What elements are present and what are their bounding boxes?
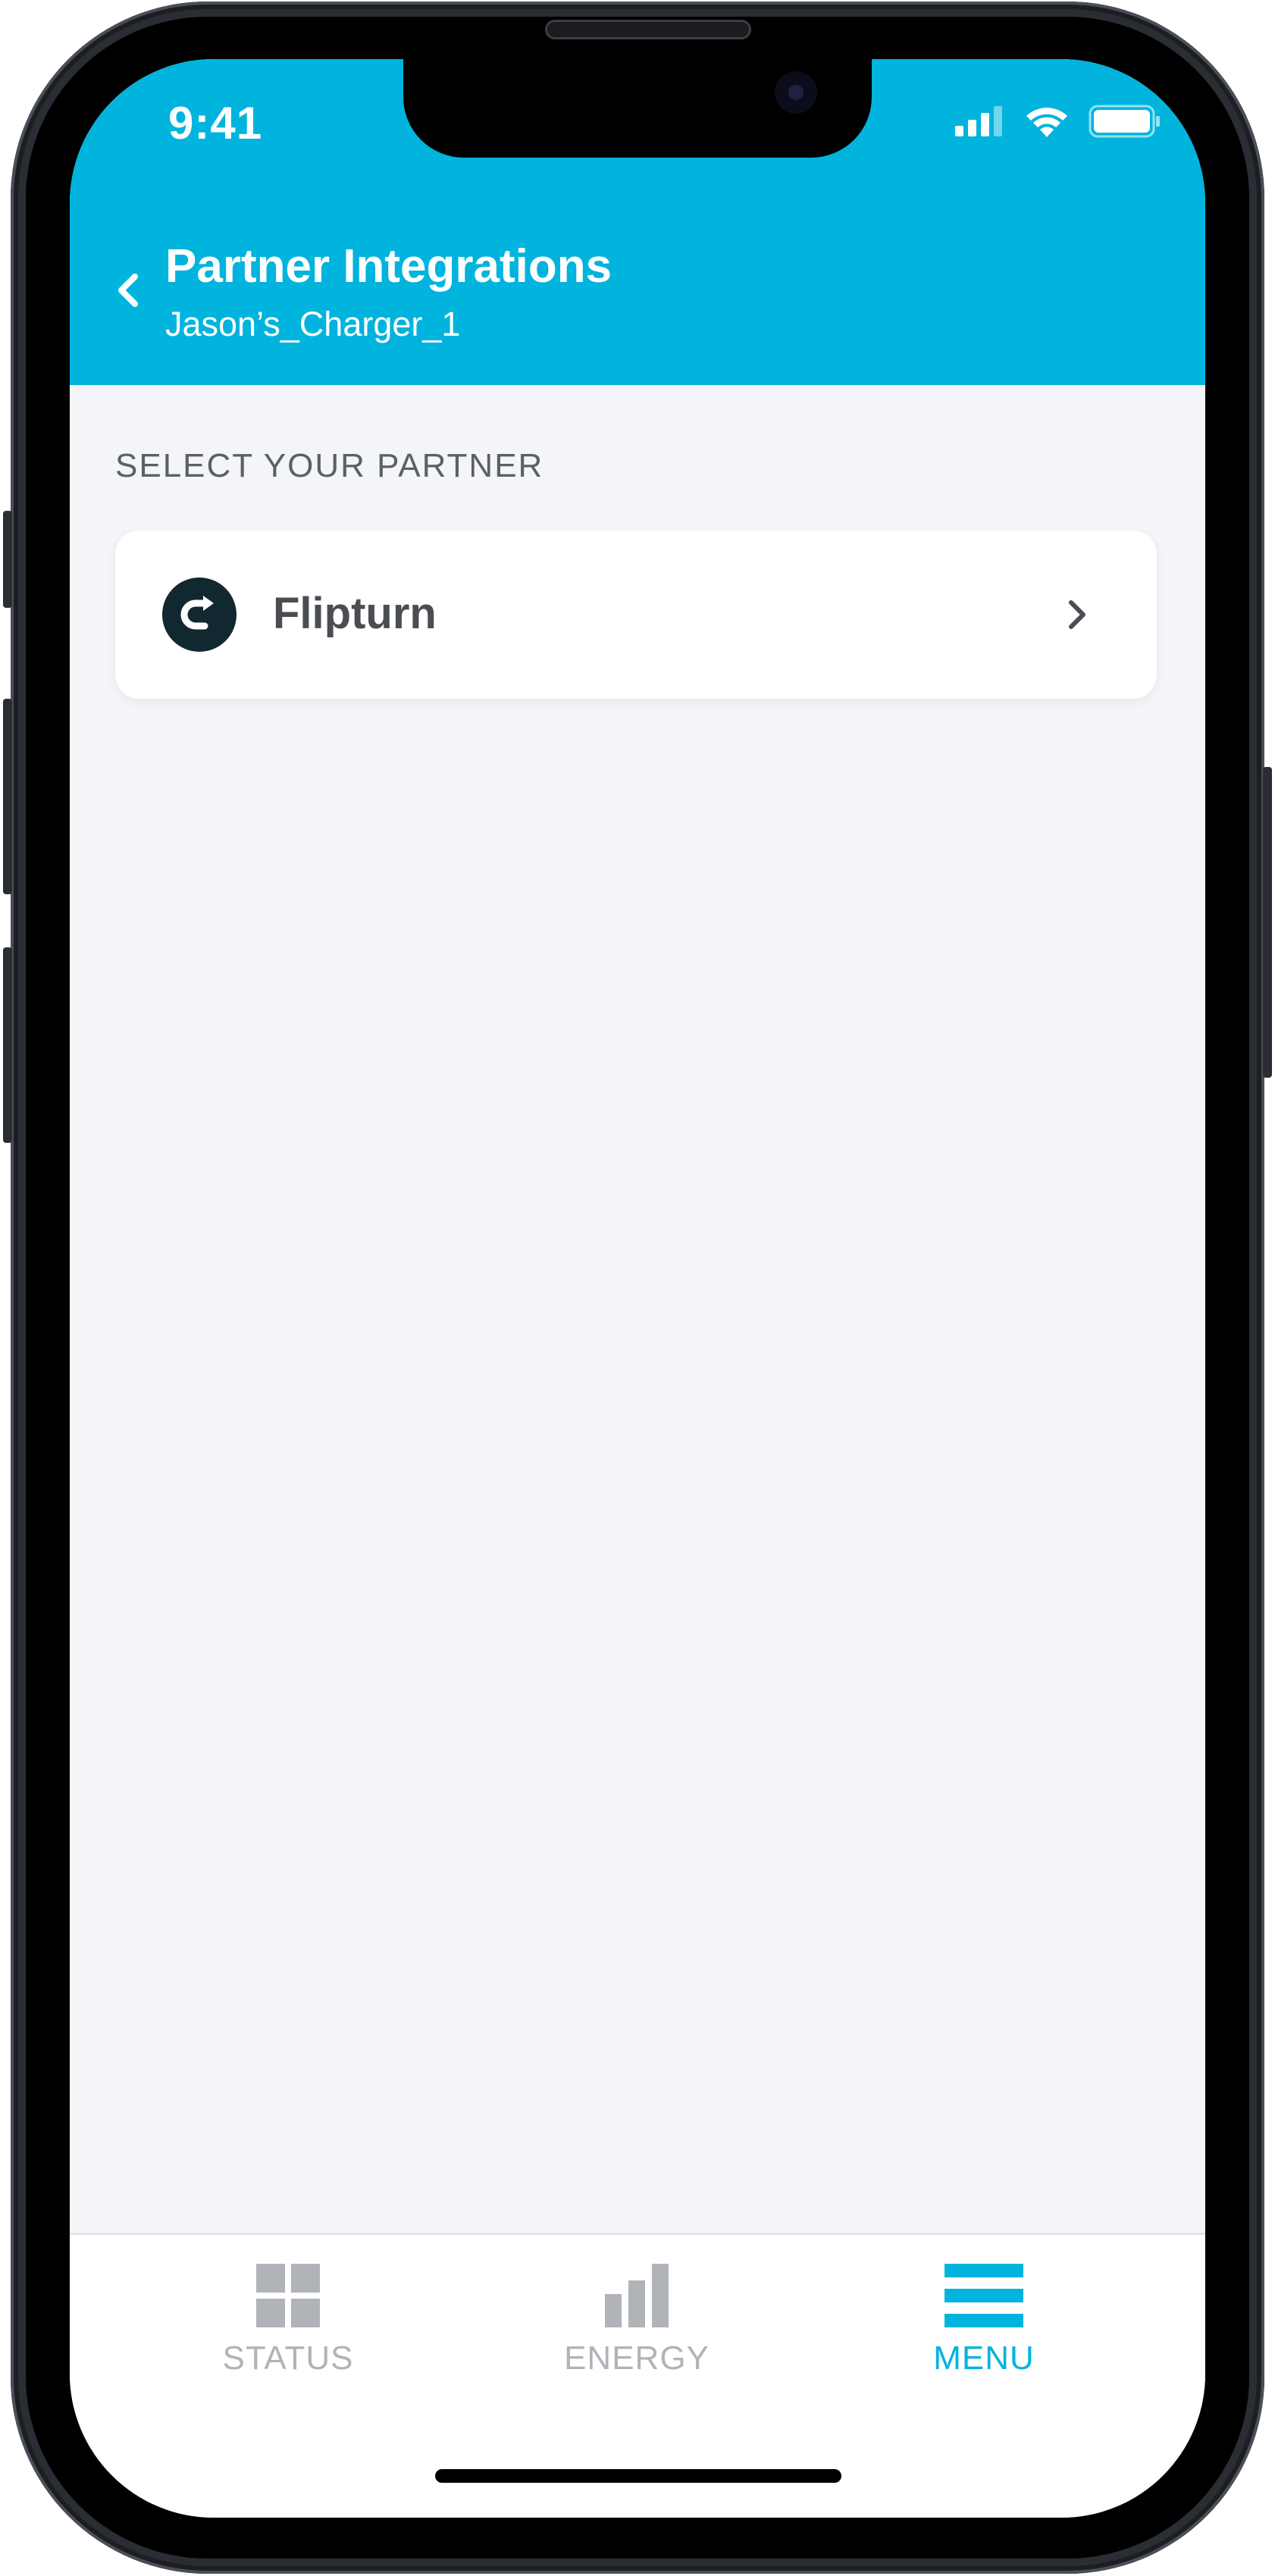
page-title: Partner Integrations xyxy=(165,240,612,293)
partner-item-flipturn[interactable]: Flipturn xyxy=(115,531,1157,699)
cellular-signal-icon xyxy=(955,106,1002,136)
status-time: 9:41 xyxy=(168,98,263,149)
battery-icon xyxy=(1089,105,1160,138)
section-label: SELECT YOUR PARTNER xyxy=(115,447,544,484)
flipturn-logo-icon xyxy=(162,577,237,652)
status-icons xyxy=(955,105,1161,138)
power-button xyxy=(1263,767,1272,1078)
notch xyxy=(403,59,872,158)
home-indicator[interactable] xyxy=(435,2469,841,2483)
charger-name: Jason’s_Charger_1 xyxy=(165,305,461,343)
wifi-icon xyxy=(1026,108,1067,137)
back-chevron-icon[interactable] xyxy=(108,269,150,311)
volume-down-button xyxy=(3,947,12,1143)
bar-chart-icon xyxy=(605,2264,669,2327)
tab-label-status: STATUS xyxy=(222,2340,354,2377)
earpiece-speaker xyxy=(545,20,751,39)
grid-icon xyxy=(256,2264,320,2327)
tab-menu[interactable]: MENU xyxy=(870,2264,1098,2415)
silent-switch xyxy=(3,511,12,608)
tab-label-menu: MENU xyxy=(933,2340,1035,2377)
front-camera xyxy=(775,71,817,114)
hamburger-menu-icon xyxy=(945,2264,1023,2327)
tab-energy[interactable]: ENERGY xyxy=(523,2264,750,2415)
tab-status[interactable]: STATUS xyxy=(174,2264,402,2415)
chevron-right-icon xyxy=(1069,600,1085,629)
volume-up-button xyxy=(3,699,12,894)
tab-label-energy: ENERGY xyxy=(564,2340,710,2377)
partner-name: Flipturn xyxy=(273,589,437,638)
app-screen: 9:41 Partner Integrations Jason’s_Charge… xyxy=(70,59,1205,2518)
